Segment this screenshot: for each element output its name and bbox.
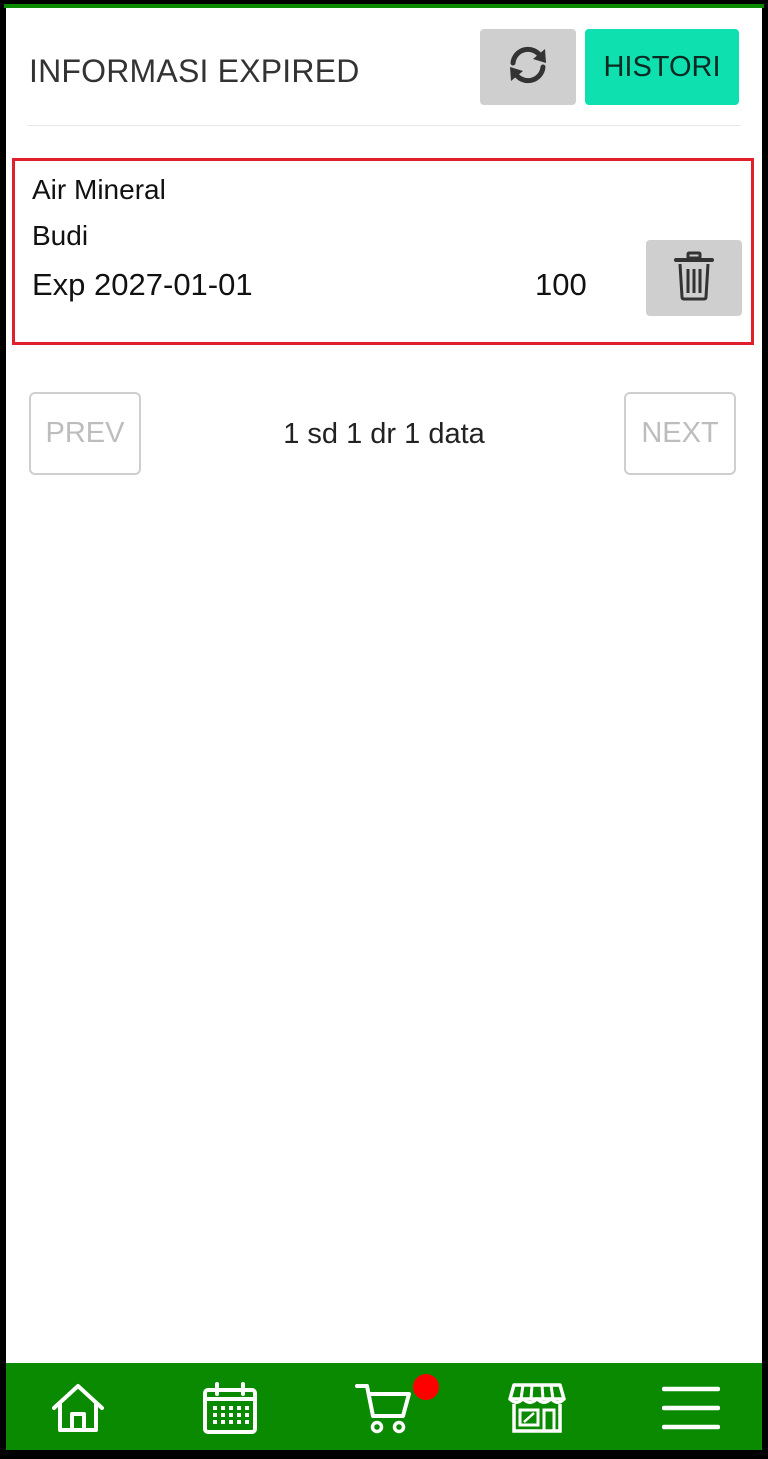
nav-menu[interactable] <box>641 1363 741 1458</box>
delete-button[interactable] <box>646 240 742 316</box>
nav-calendar[interactable] <box>180 1363 280 1458</box>
refresh-button[interactable] <box>480 29 576 105</box>
calendar-icon <box>202 1382 258 1439</box>
nav-store[interactable] <box>487 1363 587 1458</box>
next-button[interactable]: NEXT <box>624 392 736 475</box>
nav-cart[interactable] <box>334 1363 439 1458</box>
trash-icon <box>674 251 714 306</box>
expired-item-card: Air Mineral Budi Exp 2027-01-01 100 <box>12 158 754 345</box>
menu-icon <box>661 1385 721 1436</box>
item-user: Budi <box>32 220 89 251</box>
page-title: INFORMASI EXPIRED <box>29 53 360 89</box>
app-screen: INFORMASI EXPIRED HISTORI Air Mineral Bu… <box>6 8 762 1458</box>
nav-home[interactable] <box>28 1363 128 1458</box>
store-icon <box>508 1382 566 1439</box>
item-quantity: 100 <box>535 267 587 302</box>
histori-button[interactable]: HISTORI <box>585 29 739 105</box>
header-divider <box>28 125 740 126</box>
device-frame: INFORMASI EXPIRED HISTORI Air Mineral Bu… <box>0 0 768 1459</box>
cart-notification-badge <box>413 1374 439 1400</box>
item-name: Air Mineral <box>32 174 166 205</box>
device-bottom-border <box>0 1450 768 1459</box>
cart-icon <box>355 1380 413 1441</box>
home-icon <box>50 1382 106 1439</box>
bottom-navigation <box>6 1363 762 1458</box>
refresh-icon <box>505 45 551 90</box>
item-expiry-date: Exp 2027-01-01 <box>32 267 253 302</box>
